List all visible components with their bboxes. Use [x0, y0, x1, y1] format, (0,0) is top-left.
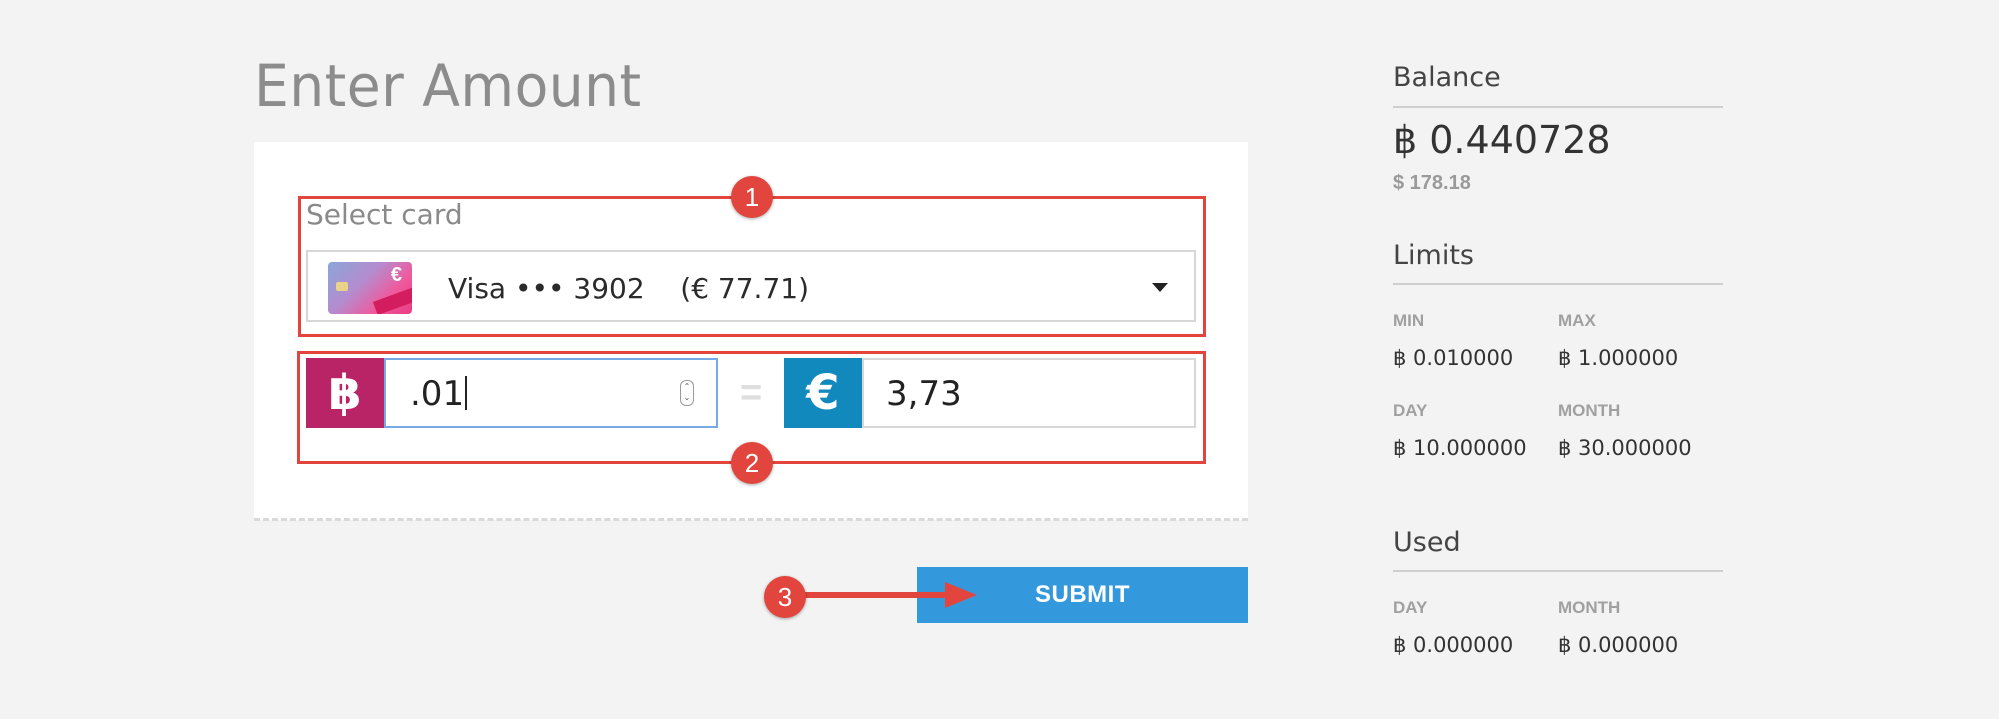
- annotation-badge-2: 2: [731, 442, 773, 484]
- arrow-right-icon: [800, 582, 977, 608]
- used-day-value: ฿ 0.000000: [1393, 633, 1514, 657]
- limits-month-value: ฿ 30.000000: [1558, 436, 1692, 460]
- used-day-label: DAY: [1393, 598, 1428, 617]
- balance-heading: Balance: [1393, 62, 1501, 93]
- used-divider: [1393, 570, 1723, 572]
- limits-month-label: MONTH: [1558, 401, 1621, 420]
- annotation-badge-1: 1: [731, 176, 773, 218]
- limits-day-label: DAY: [1393, 401, 1428, 420]
- used-heading: Used: [1393, 527, 1461, 558]
- annotation-badge-3: 3: [764, 576, 806, 618]
- used-month-value: ฿ 0.000000: [1558, 633, 1679, 657]
- limits-divider: [1393, 283, 1723, 285]
- limits-max-value: ฿ 1.000000: [1558, 346, 1679, 370]
- balance-divider: [1393, 106, 1723, 108]
- limits-day-value: ฿ 10.000000: [1393, 436, 1527, 460]
- limits-min-value: ฿ 0.010000: [1393, 346, 1514, 370]
- balance-value: ฿ 0.440728: [1393, 118, 1611, 162]
- limits-heading: Limits: [1393, 240, 1474, 271]
- page-title: Enter Amount: [254, 52, 642, 120]
- limits-max-label: MAX: [1558, 311, 1596, 330]
- balance-usd-value: $ 178.18: [1393, 172, 1471, 194]
- limits-min-label: MIN: [1393, 311, 1425, 330]
- used-month-label: MONTH: [1558, 598, 1621, 617]
- panel-dashed-divider: [254, 518, 1248, 521]
